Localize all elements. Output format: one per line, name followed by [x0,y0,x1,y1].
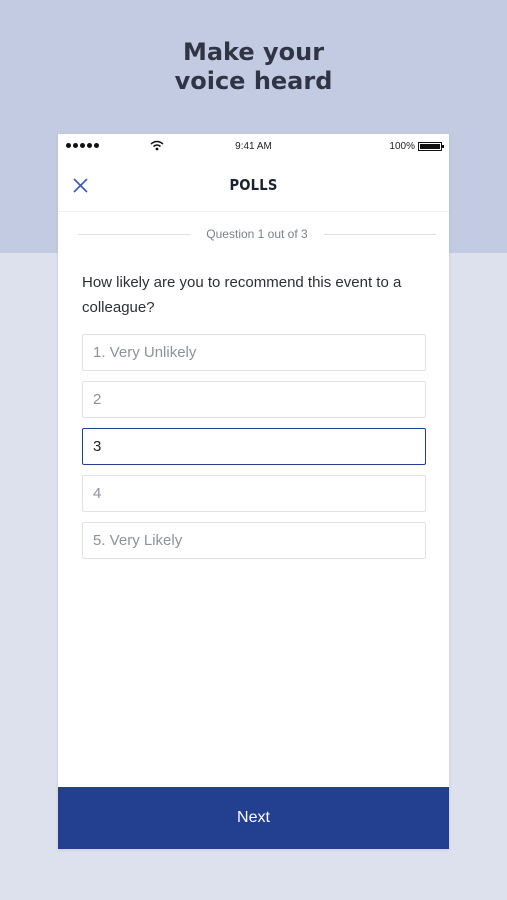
question-progress: Question 1 out of 3 [78,226,436,242]
progress-text: Question 1 out of 3 [206,227,308,241]
next-button[interactable]: Next [58,787,449,849]
headline-line-1: Make your [182,38,325,66]
page-title: POLLS [229,176,278,194]
battery-percent: 100% [389,141,415,152]
option-1[interactable]: 1. Very Unlikely [82,334,426,371]
status-bar: 9:41 AM 100% [58,134,449,158]
option-2[interactable]: 2 [82,381,426,418]
promo-headline: Make your voice heard [0,38,507,96]
answer-options: 1. Very Unlikely 2 3 4 5. Very Likely [82,334,426,569]
phone-screen: 9:41 AM 100% POLLS Question 1 out of 3 H… [58,134,449,849]
question-text: How likely are you to recommend this eve… [82,274,402,316]
option-4[interactable]: 4 [82,475,426,512]
headline-line-2: voice heard [174,67,333,95]
option-5[interactable]: 5. Very Likely [82,522,426,559]
nav-bar: POLLS [58,158,449,212]
divider-left [78,233,191,235]
option-3[interactable]: 3 [82,428,426,465]
divider-right [323,233,436,235]
battery-icon [418,142,444,151]
